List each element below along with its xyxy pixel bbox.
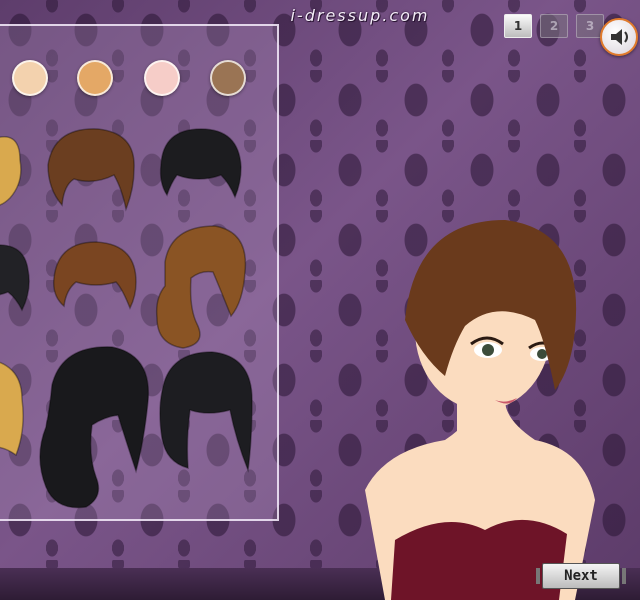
model-doll [365,220,595,600]
hairstyle-black-long-curly[interactable] [22,345,152,510]
hairstyle-brown-short-bob[interactable] [50,238,140,313]
game-stage: i-dressup.com 1 2 3 Next [0,0,640,600]
hairstyle-caramel-long-wavy[interactable] [135,222,250,352]
hairstyle-black-short-pixie[interactable] [155,125,245,205]
page-1-button[interactable]: 1 [504,14,532,38]
skin-tone-swatch-brown[interactable] [210,60,246,96]
skin-tone-swatch-tan[interactable] [77,60,113,96]
speaker-icon [611,29,628,45]
hairstyle-black-long-wavy[interactable] [148,348,260,478]
skin-tone-swatch-fair[interactable] [12,60,48,96]
sound-toggle-button[interactable] [600,18,638,56]
site-logo: i-dressup.com [290,6,430,25]
hairstyle-brown-short-swept[interactable] [40,125,140,220]
next-button[interactable]: Next [536,563,626,589]
page-2-button[interactable]: 2 [540,14,568,38]
hairstyle-black-wavy-partial[interactable] [0,240,34,320]
skin-tone-swatch-rosy[interactable] [144,60,180,96]
hairstyle-blonde-curly-partial-1[interactable] [0,130,26,210]
